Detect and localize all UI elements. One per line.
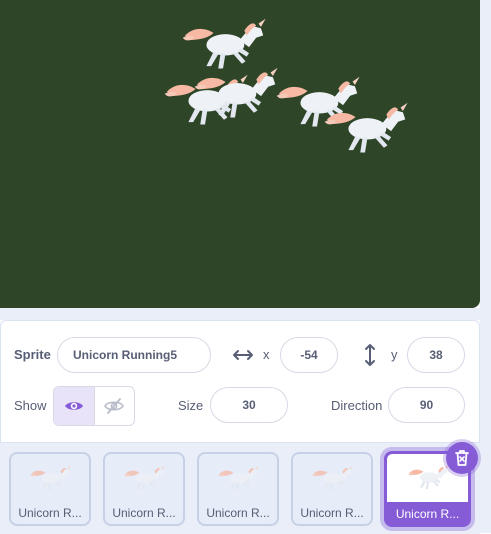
unicorn-sprite-5[interactable] [320, 100, 410, 160]
size-label: Size [178, 398, 204, 413]
sprite-thumbnail [199, 454, 277, 504]
sprite-tile[interactable]: Unicorn R... [197, 452, 279, 526]
sprite-tile-label: Unicorn R... [395, 507, 460, 521]
eye-slash-icon [104, 398, 125, 414]
sprite-tile[interactable]: Unicorn R... [291, 452, 373, 526]
horizontal-arrows-icon [232, 347, 254, 363]
sprite-thumbnail [105, 454, 183, 504]
y-label: y [391, 347, 398, 362]
sprite-tile[interactable]: Unicorn R... [9, 452, 91, 526]
sprite-tile-label: Unicorn R... [112, 506, 176, 520]
sprite-name-field[interactable]: Unicorn Running5 [57, 337, 211, 373]
stage[interactable] [0, 0, 480, 308]
delete-sprite-button[interactable] [446, 442, 478, 474]
x-position-field[interactable]: -54 [280, 337, 338, 373]
sprite-tile-label: Unicorn R... [300, 506, 364, 520]
sprite-thumbnail [293, 454, 371, 504]
panel-gap [0, 308, 480, 320]
sprite-tile[interactable]: Unicorn R... [103, 452, 185, 526]
size-field[interactable]: 30 [210, 387, 288, 423]
sprite-tile-label: Unicorn R... [206, 506, 270, 520]
y-position-field[interactable]: 38 [407, 337, 465, 373]
right-gutter [480, 0, 491, 533]
hide-sprite-button[interactable] [95, 387, 135, 425]
show-label: Show [14, 398, 47, 413]
unicorn-sprite-3[interactable] [190, 65, 280, 125]
show-sprite-button[interactable] [54, 387, 95, 425]
sprite-thumbnail [11, 454, 89, 504]
trash-icon [455, 450, 469, 466]
visibility-toggle [53, 386, 135, 426]
sprite-label: Sprite [14, 347, 51, 362]
x-label: x [263, 347, 270, 362]
eye-icon [64, 402, 83, 410]
direction-label: Direction [331, 398, 383, 413]
sprite-tile-label: Unicorn R... [18, 506, 82, 520]
vertical-arrows-icon [362, 343, 378, 367]
direction-field[interactable]: 90 [388, 387, 465, 423]
